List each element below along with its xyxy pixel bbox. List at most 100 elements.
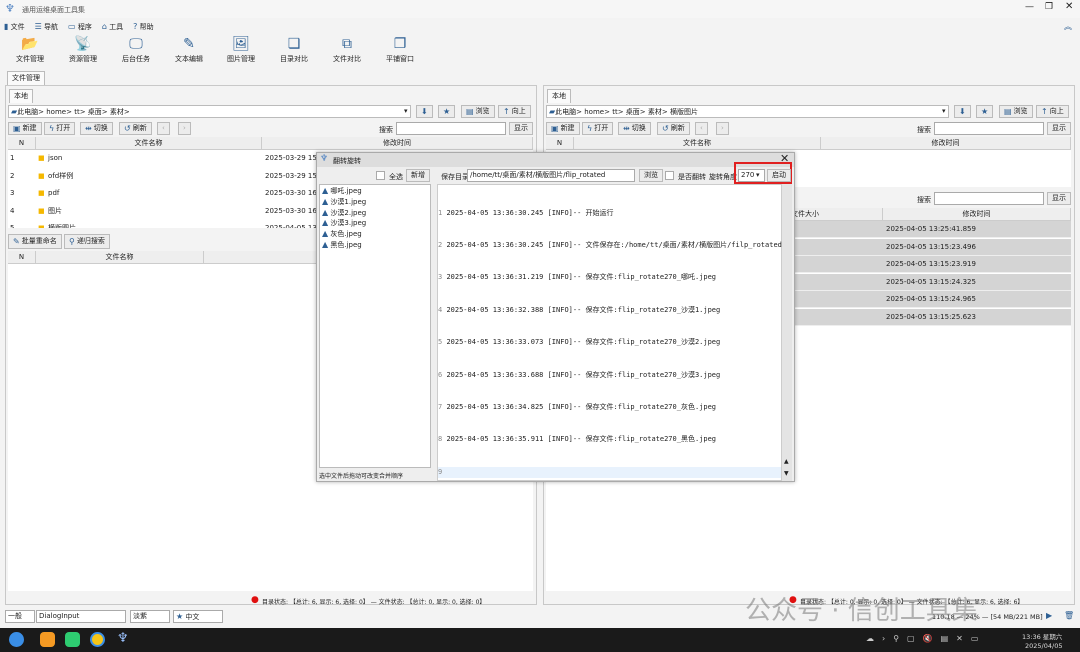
browse-button[interactable]: 浏览 — [639, 169, 663, 182]
select-all-checkbox[interactable] — [376, 171, 385, 180]
save-dir-input[interactable]: /home/tt/桌面/素材/横版图片/flip_rotated — [467, 169, 635, 182]
list-item[interactable]: ▲ 黑色.jpeg — [322, 240, 428, 251]
tray-icons[interactable]: ☁›⚲▢🔇▤✕▭ — [866, 634, 986, 643]
menu-tools[interactable]: ⌂ 工具 — [102, 22, 123, 32]
open-button[interactable]: ϟ 打开 — [44, 122, 76, 135]
download-button[interactable]: ⬇ — [416, 105, 433, 118]
bolt-icon: ϟ — [587, 124, 593, 133]
refresh-icon: ↺ — [662, 124, 669, 133]
play-icon[interactable]: ▶ — [1046, 611, 1052, 620]
copy-icon: ⧉ — [342, 36, 352, 52]
log-line: 3 2025-04-05 13:36:31.219 [INFO]-- 保存文件:… — [438, 273, 717, 282]
menu-help[interactable]: ? 帮助 — [133, 22, 153, 32]
show-button[interactable]: 显示 — [1047, 122, 1071, 135]
refresh-button[interactable]: ↺ 刷新 — [657, 122, 690, 135]
scroll-down-icon[interactable]: ▼ — [784, 470, 789, 477]
chevron-down-icon[interactable]: ▾ — [756, 171, 760, 179]
open-button[interactable]: ϟ 打开 — [582, 122, 614, 135]
angle-select[interactable]: 270 — [738, 169, 765, 182]
help-icon: ? — [133, 21, 138, 31]
tool-file-compare[interactable]: ⧉ 文件对比 — [322, 36, 372, 64]
new-button[interactable]: ▣ 新建 — [8, 122, 42, 135]
batch-rename-button[interactable]: ✎ 批量重命名 — [8, 234, 62, 249]
language-select[interactable]: ★ 中文 — [173, 610, 223, 623]
tool-dir-compare[interactable]: ❏ 目录对比 — [269, 36, 319, 64]
folder-icon: ■ — [38, 154, 45, 162]
favorite-button[interactable]: ★ — [438, 105, 456, 118]
dialog-title-bar[interactable]: ♆ 翻转旋转 ✕ — [317, 152, 794, 167]
log-line: 7 2025-04-05 13:36:34.825 [INFO]-- 保存文件:… — [438, 402, 717, 411]
launcher-icon[interactable] — [9, 632, 24, 647]
favorite-button[interactable]: ★ — [976, 105, 994, 118]
trash-icon[interactable]: 🗑 — [1064, 611, 1074, 620]
log-area[interactable]: 1 2025-04-05 13:36:30.245 [INFO]-- 开始运行 … — [437, 184, 782, 481]
list-item[interactable]: ▲ 灰色.jpeg — [322, 229, 428, 240]
toolbox-icon: ⌂ — [101, 21, 107, 31]
app-green-icon[interactable] — [65, 632, 80, 647]
flip-checkbox[interactable] — [665, 171, 674, 180]
path-bar-right[interactable]: ▰此电脑> home> tt> 桌面> 素材> 横版图片 — [546, 105, 949, 118]
up-button[interactable]: ↑ 向上 — [1036, 105, 1069, 118]
menu-program[interactable]: ▭ 程序 — [68, 22, 92, 32]
refresh-button[interactable]: ↺ 刷新 — [119, 122, 152, 135]
app-logo-icon: ♆ — [5, 2, 15, 15]
menu-file[interactable]: ▮ 文件 — [4, 22, 25, 32]
list-item[interactable]: ▲ 沙漠2.jpeg — [322, 208, 428, 219]
show-button[interactable]: 显示 — [509, 122, 533, 135]
log-line: 8 2025-04-05 13:36:35.911 [INFO]-- 保存文件:… — [438, 435, 717, 444]
list-item[interactable]: ▲ 沙漠1.jpeg — [322, 197, 428, 208]
minimize-icon[interactable]: — — [1025, 2, 1034, 12]
recursive-search-button[interactable]: ⚲ 递归搜索 — [64, 234, 110, 249]
app-toolkit-icon[interactable]: ♆ — [117, 631, 129, 646]
select-all-label: 全选 — [389, 173, 403, 181]
path-dropdown-icon[interactable]: ▾ — [942, 107, 946, 115]
tab-file-manager[interactable]: 文件管理 — [7, 71, 45, 85]
tool-resource-manager[interactable]: 📡 资源管理 — [58, 36, 108, 64]
forward-button[interactable]: › — [716, 122, 729, 135]
path-bar[interactable]: ▰此电脑> home> tt> 桌面> 素材> — [8, 105, 411, 118]
back-button[interactable]: ‹ — [157, 122, 170, 135]
list-item[interactable]: ▲ 沙漠3.jpeg — [322, 218, 428, 229]
status-text: 目录状态: 【总计: 6, 显示: 6, 选择: 0】 — 文件状态: 【总计:… — [262, 599, 486, 606]
menu-nav[interactable]: ☰ 导航 — [35, 22, 58, 32]
add-button[interactable]: 新增 — [406, 169, 430, 182]
theme-select[interactable]: 淡紫 — [130, 610, 170, 623]
tool-text-editor[interactable]: ✎ 文本编辑 — [164, 36, 214, 64]
tool-tile-windows[interactable]: ❐ 平铺窗口 — [375, 36, 425, 64]
search-input[interactable] — [396, 122, 506, 135]
back-button[interactable]: ‹ — [695, 122, 708, 135]
image-icon: ▲ — [322, 207, 329, 217]
new-button[interactable]: ▣ 新建 — [546, 122, 580, 135]
download-button[interactable]: ⬇ — [954, 105, 971, 118]
star-icon: ★ — [443, 107, 451, 116]
switch-button[interactable]: ⇹ 切换 — [80, 122, 113, 135]
up-button[interactable]: ↑ 向上 — [498, 105, 531, 118]
browse-button[interactable]: ▤ 浏览 — [461, 105, 495, 118]
tab-local-right[interactable]: 本地 — [547, 89, 571, 103]
app-browser-icon[interactable] — [90, 632, 105, 647]
search-input-lower[interactable] — [934, 192, 1044, 205]
log-scrollbar[interactable]: ▲ ▼ — [782, 184, 792, 481]
restore-icon[interactable]: ❐ — [1045, 2, 1053, 12]
path-dropdown-icon[interactable]: ▾ — [404, 107, 408, 115]
tab-local[interactable]: 本地 — [9, 89, 33, 103]
tool-background-tasks[interactable]: 🖵 后台任务 — [111, 36, 161, 64]
forward-button[interactable]: › — [178, 122, 191, 135]
switch-button[interactable]: ⇹ 切换 — [618, 122, 651, 135]
search-icon: ⚲ — [69, 237, 75, 246]
browse-button[interactable]: ▤ 浏览 — [999, 105, 1033, 118]
tool-file-manager[interactable]: 📂 文件管理 — [5, 36, 55, 64]
clock-time: 13:36 星期六 — [1022, 633, 1063, 641]
scroll-up-icon[interactable]: ▲ — [784, 458, 789, 465]
close-icon[interactable]: ✕ — [1065, 1, 1073, 12]
collapse-icon[interactable]: ︽ — [1064, 21, 1072, 32]
app-orange-icon[interactable] — [40, 632, 55, 647]
tool-image-manager[interactable]: 🖼 图片管理 — [216, 36, 266, 64]
font-select[interactable]: DialogInput — [36, 610, 126, 623]
search-input[interactable] — [934, 122, 1044, 135]
mode-select[interactable]: 一般 — [5, 610, 35, 623]
dialog-title: 翻转旋转 — [333, 157, 361, 165]
list-item[interactable]: ▲ 哪吒.jpeg — [322, 186, 428, 197]
show-button-lower[interactable]: 显示 — [1047, 192, 1071, 205]
start-button[interactable]: 启动 — [767, 169, 791, 182]
